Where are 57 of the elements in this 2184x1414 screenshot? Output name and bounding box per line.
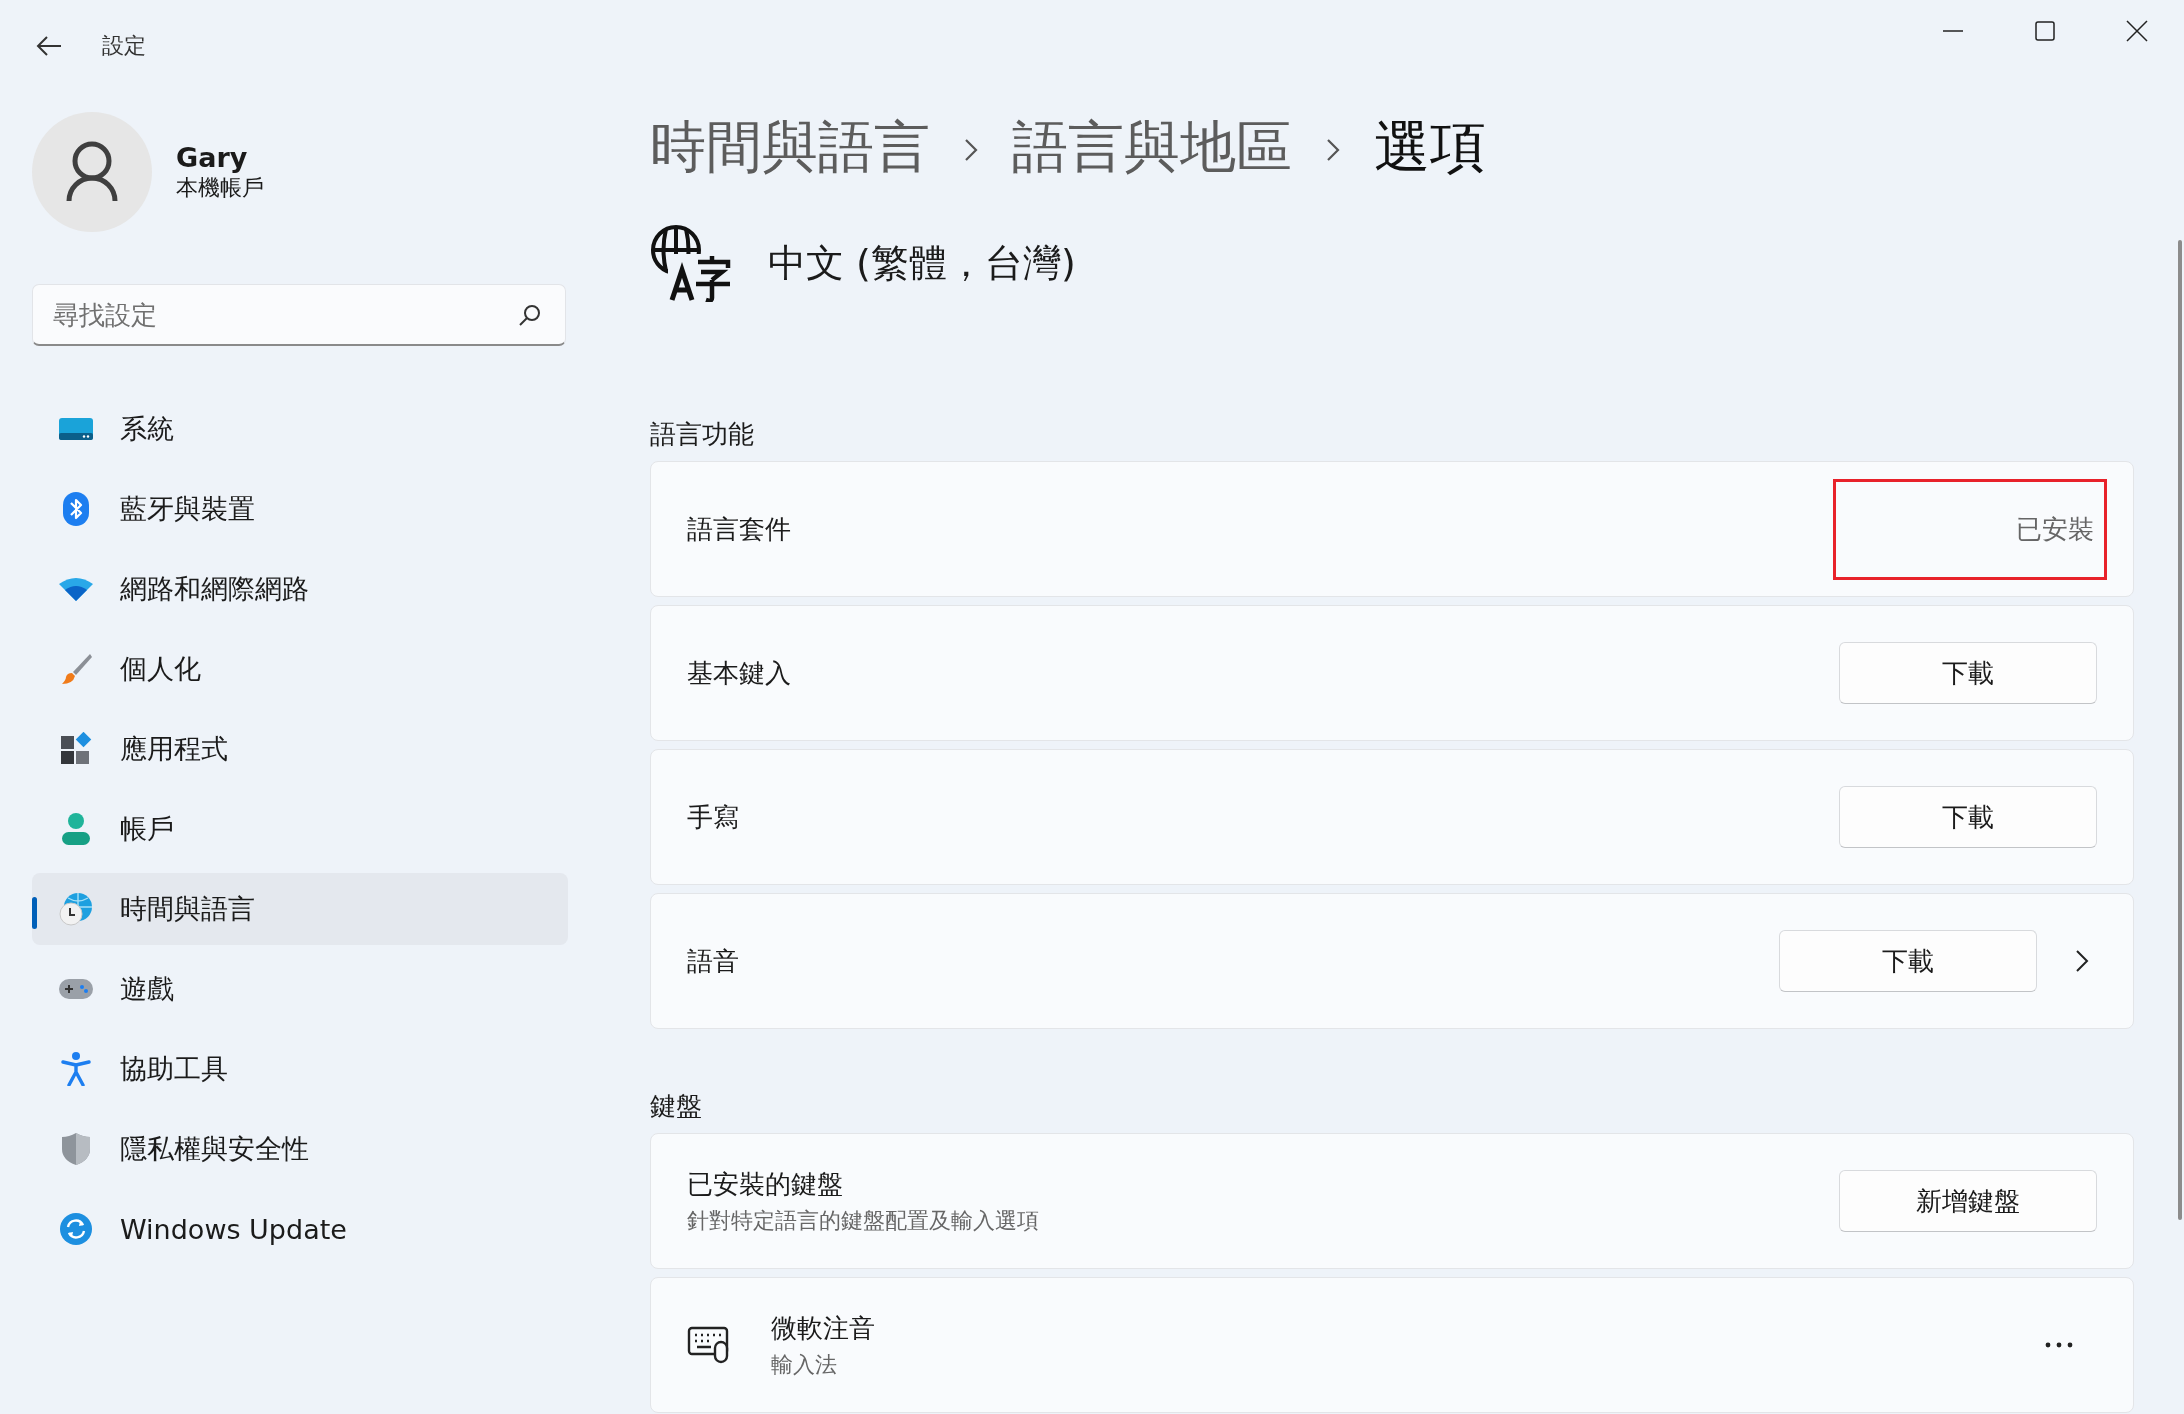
scrollbar[interactable] [2178,240,2182,1220]
section-title: 語言功能 [650,418,755,451]
wifi-icon [59,577,93,601]
back-arrow-icon[interactable] [36,35,62,57]
download-button[interactable]: 下載 [1839,786,2097,848]
chevron-right-icon [1326,138,1340,162]
sidebar-item[interactable]: 藍牙與裝置 [32,473,568,545]
sidebar-item[interactable]: Windows Update [32,1193,568,1265]
sidebar-item[interactable]: 時間與語言 [32,873,568,945]
breadcrumb-link[interactable]: 時間與語言 [650,119,930,175]
monitor-icon [59,416,93,442]
shield-icon [61,1132,91,1166]
sidebar-item[interactable]: 應用程式 [32,713,568,785]
setting-description: 輸入法 [771,1350,838,1379]
setting-description: 針對特定語言的鍵盤配置及輸入選項 [687,1206,1040,1235]
more-icon[interactable] [2045,1342,2073,1348]
user-name: Gary [176,141,249,173]
download-button[interactable]: 下載 [1839,642,2097,704]
person-icon [61,812,91,846]
sidebar-item[interactable]: 系統 [32,393,568,465]
setting-label: 語音 [687,944,740,978]
sidebar-item[interactable]: 網路和網際網路 [32,553,568,625]
download-button[interactable]: 下載 [1779,930,2037,992]
chevron-right-icon [964,138,978,162]
accessibility-icon [61,1052,91,1086]
keyboard-icon [687,1326,731,1364]
window-title: 設定 [102,32,146,60]
search-field[interactable]: 尋找設定 [32,284,566,346]
sidebar-item[interactable]: 協助工具 [32,1033,568,1105]
sidebar-item[interactable]: 個人化 [32,633,568,705]
setting-label: 手寫 [687,800,740,834]
section-title: 鍵盤 [650,1090,703,1123]
maximize-icon[interactable] [2034,20,2056,42]
selection-indicator [32,897,37,929]
brush-icon [59,652,93,686]
sync-icon [59,1212,93,1246]
gamepad-icon [59,977,93,1001]
language-icon [650,224,732,302]
apps-icon [59,732,93,766]
setting-label: 基本鍵入 [687,656,792,690]
status-text: 已安裝 [1833,478,2107,580]
chevron-right-icon[interactable] [2075,949,2089,973]
setting-label: 語言套件 [687,512,792,546]
close-icon[interactable] [2126,20,2148,42]
bluetooth-icon [63,492,89,526]
setting-label: 微軟注音 [771,1311,876,1345]
sidebar-item[interactable]: 隱私權與安全性 [32,1113,568,1185]
sidebar-item[interactable]: 帳戶 [32,793,568,865]
search-icon [518,303,542,327]
setting-label: 已安裝的鍵盤 [687,1167,844,1201]
download-button[interactable]: 新增鍵盤 [1839,1170,2097,1232]
breadcrumb-link[interactable]: 語言與地區 [1012,119,1292,175]
globe-clock-icon [59,892,93,926]
language-name: 中文 (繁體，台灣) [768,239,1076,287]
sidebar-item[interactable]: 遊戲 [32,953,568,1025]
account-type: 本機帳戶 [176,173,264,202]
page-title: 選項 [1374,119,1486,175]
